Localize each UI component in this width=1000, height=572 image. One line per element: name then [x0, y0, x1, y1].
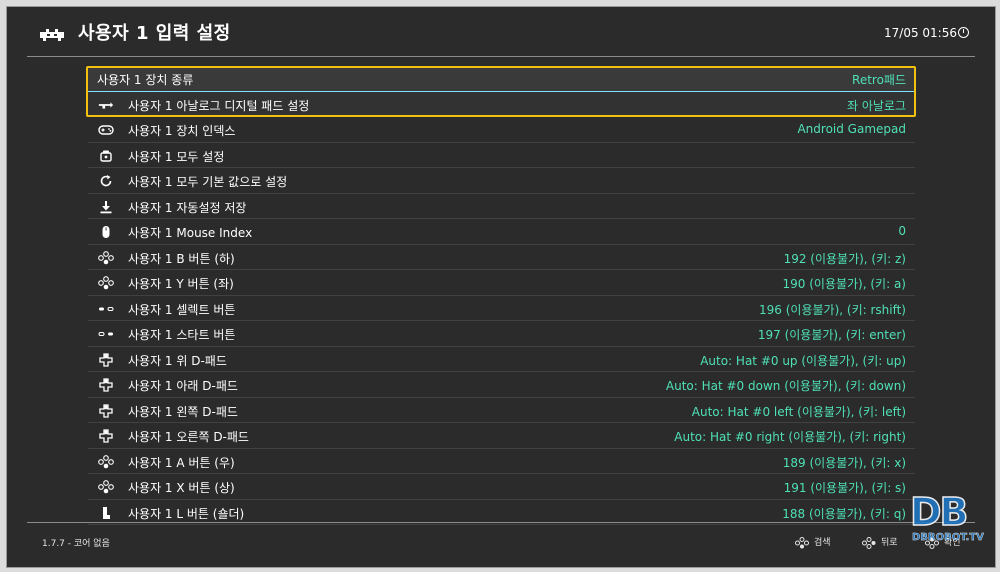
list-item-label: 사용자 1 Y 버튼 (좌): [128, 277, 234, 291]
list-item[interactable]: 사용자 1 A 버튼 (우) 189 (이용불가), (키: x): [88, 449, 915, 474]
back-label: 뒤로: [881, 538, 898, 548]
list-item-label: 사용자 1 아날로그 디지털 패드 설정: [128, 98, 310, 113]
list-item-label: 사용자 1 스타트 버튼: [128, 328, 236, 342]
face-buttons-icon: [795, 536, 809, 548]
list-item[interactable]: 사용자 1 오른쪽 D-패드 Auto: Hat #0 right (이용불가),…: [88, 423, 915, 449]
list-item[interactable]: 사용자 1 X 버튼 (상) 191 (이용불가), (키: s): [88, 474, 915, 500]
list-item-value: 192 (이용불가), (키: z): [783, 251, 906, 266]
list-item-value: Retro패드: [852, 73, 906, 87]
list-item-label: 사용자 1 B 버튼 (하): [128, 251, 235, 266]
list-item-value: Auto: Hat #0 right (이용불가), (키: right): [674, 430, 906, 444]
face-buttons-icon: [862, 536, 876, 549]
list-item-label: 사용자 1 위 D-패드: [128, 353, 227, 368]
watermark-big-text: DB: [909, 489, 969, 535]
list-item-label: 사용자 1 자동설정 저장: [128, 200, 247, 215]
face-buttons-icon: [98, 250, 114, 265]
list-item-value: 197 (이용불가), (키: enter): [757, 328, 906, 342]
app-window: 사용자 1 입력 설정 17/05 01:56 사용자 1 장치 종류 Retro…: [6, 6, 996, 568]
clock-icon: [958, 27, 969, 38]
list-item-label: 사용자 1 아래 D-패드: [128, 379, 238, 393]
version-text: 1.7.7 - 코어 없음: [42, 539, 110, 549]
download-icon: [98, 200, 114, 214]
face-buttons-icon: [98, 454, 114, 469]
list-item[interactable]: 사용자 1 자동설정 저장: [88, 194, 915, 219]
list-item-value: 189 (이용불가), (키: x): [782, 455, 906, 470]
list-item[interactable]: 사용자 1 아날로그 디지털 패드 설정 좌 아날로그: [88, 91, 915, 117]
header-divider: [27, 56, 975, 57]
list-item-label: 사용자 1 X 버튼 (상): [128, 481, 235, 495]
watermark-small-text: DBROBOT.TV: [912, 532, 984, 543]
watermark-logo: DB DBROBOT.TV: [909, 489, 984, 554]
gamepad-icon: [98, 123, 114, 137]
page-title: 사용자 1 입력 설정: [78, 23, 231, 44]
select-icon: [98, 302, 114, 316]
list-item[interactable]: 사용자 1 Mouse Index 0: [88, 219, 915, 245]
list-item[interactable]: 사용자 1 셀렉트 버튼 196 (이용불가), (키: rshift): [88, 296, 915, 321]
bind-all-icon: [98, 149, 114, 163]
list-item-label: 사용자 1 셀렉트 버튼: [128, 302, 236, 317]
list-item-label: 사용자 1 A 버튼 (우): [128, 455, 235, 470]
dpad-icon: [98, 352, 114, 367]
list-item[interactable]: 사용자 1 모두 기본 값으로 설정: [88, 168, 915, 194]
face-buttons-icon: [98, 480, 114, 494]
list-item-value: Android Gamepad: [797, 122, 906, 136]
list-item-label: 사용자 1 오른쪽 D-패드: [128, 430, 249, 444]
list-item[interactable]: 사용자 1 모두 설정: [88, 143, 915, 168]
back-button[interactable]: 뒤로: [862, 535, 898, 549]
list-item-value: 196 (이용불가), (키: rshift): [759, 302, 906, 317]
list-item[interactable]: 사용자 1 아래 D-패드 Auto: Hat #0 down (이용불가), (…: [88, 372, 915, 398]
list-item[interactable]: 사용자 1 스타트 버튼 197 (이용불가), (키: enter): [88, 321, 915, 347]
list-item[interactable]: 사용자 1 왼쪽 D-패드 Auto: Hat #0 left (이용불가), (…: [88, 398, 915, 423]
list-item-value: 0: [898, 224, 906, 238]
mouse-icon: [98, 225, 114, 239]
list-item-value: 188 (이용불가), (키: q): [782, 506, 906, 521]
list-item[interactable]: 사용자 1 장치 인덱스 Android Gamepad: [88, 117, 915, 143]
reload-icon: [98, 174, 114, 188]
list-item[interactable]: 사용자 1 Y 버튼 (좌) 190 (이용불가), (키: a): [88, 270, 915, 296]
list-item-label: 사용자 1 장치 인덱스: [128, 124, 236, 138]
dpad-icon: [98, 378, 114, 392]
header: 사용자 1 입력 설정 17/05 01:56: [7, 7, 995, 57]
list-item-value: 191 (이용불가), (키: s): [783, 481, 906, 495]
list-item[interactable]: 사용자 1 위 D-패드 Auto: Hat #0 up (이용불가), (키: …: [88, 347, 915, 372]
shoulder-icon: [98, 506, 114, 520]
settings-list: 사용자 1 장치 종류 Retro패드사용자 1 아날로그 디지털 패드 설정 좌 …: [88, 66, 915, 525]
retroarch-logo-icon: [40, 29, 64, 41]
list-item-value: Auto: Hat #0 left (이용불가), (키: left): [691, 404, 906, 419]
start-icon: [98, 327, 114, 341]
search-label: 검색: [814, 538, 831, 548]
list-item-label: 사용자 1 모두 기본 값으로 설정: [128, 175, 288, 189]
list-item[interactable]: 사용자 1 장치 종류 Retro패드: [88, 66, 915, 92]
list-item-label: 사용자 1 L 버튼 (숄더): [128, 506, 245, 521]
footer-divider: [27, 522, 975, 523]
list-item-label: 사용자 1 모두 설정: [128, 149, 225, 164]
list-item-value: 190 (이용불가), (키: a): [782, 277, 907, 291]
list-item-value: Auto: Hat #0 down (이용불가), (키: down): [665, 379, 906, 393]
analog-dpad-icon: [98, 98, 114, 112]
dpad-icon: [98, 429, 114, 443]
face-buttons-icon: [98, 276, 114, 290]
dpad-icon: [98, 403, 114, 418]
list-item[interactable]: 사용자 1 B 버튼 (하) 192 (이용불가), (키: z): [88, 245, 915, 270]
clock-text: 17/05 01:56: [884, 26, 957, 40]
list-item-label: 사용자 1 Mouse Index: [128, 226, 253, 240]
list-item-value: 좌 아날로그: [846, 98, 906, 113]
search-button[interactable]: 검색: [795, 535, 831, 549]
list-item-value: Auto: Hat #0 up (이용불가), (키: up): [700, 353, 906, 368]
list-item-label: 사용자 1 장치 종류: [97, 73, 194, 87]
list-item-label: 사용자 1 왼쪽 D-패드: [128, 404, 238, 419]
